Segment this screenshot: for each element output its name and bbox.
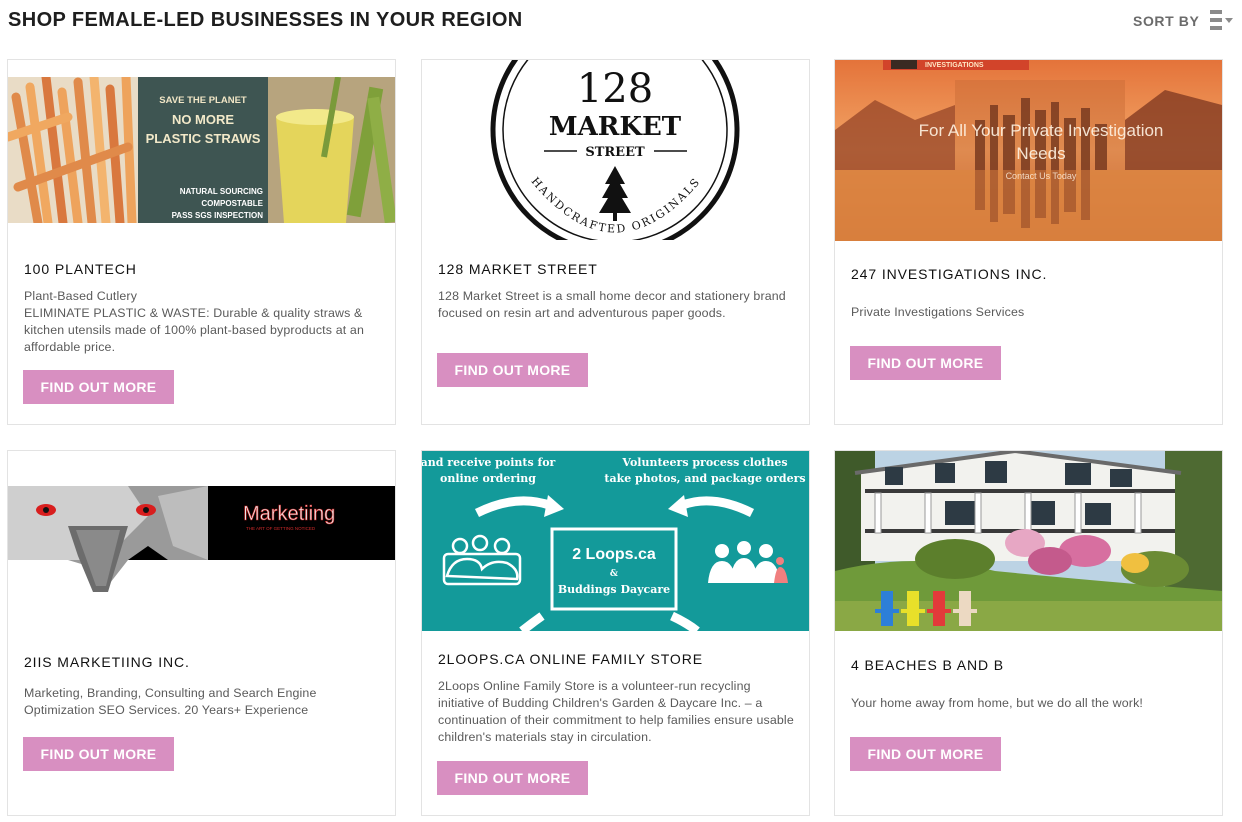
find-out-more-button[interactable]: FIND OUT MORE [437, 353, 588, 387]
image-text: and receive points for [422, 456, 556, 469]
business-card: Marketiing THE ART OF GETTING NOTICED 2I… [7, 450, 396, 816]
business-card: and receive points for online ordering V… [421, 450, 810, 816]
image-text: STREET [585, 145, 645, 160]
business-description: Plant-Based Cutlery ELIMINATE PLASTIC & … [24, 289, 365, 354]
business-name: 2LOOPS.CA ONLINE FAMILY STORE [438, 651, 703, 667]
page-title: SHOP FEMALE-LED BUSINESSES IN YOUR REGIO… [8, 9, 523, 31]
business-description: Your home away from home, but we do all … [851, 696, 1144, 710]
business-description: 2Loops Online Family Store is a voluntee… [438, 679, 794, 744]
image-text: Volunteers process clothes [621, 456, 787, 469]
business-image[interactable]: and receive points for online ordering V… [422, 451, 809, 631]
find-out-more-button[interactable]: FIND OUT MORE [850, 346, 1001, 380]
image-text: COMPOSTABLE [201, 199, 263, 208]
page-header: SHOP FEMALE-LED BUSINESSES IN YOUR REGIO… [0, 0, 1242, 44]
image-text: PLASTIC STRAWS [146, 131, 261, 146]
image-text: online ordering [440, 472, 536, 485]
image-text: SAVE THE PLANET [159, 95, 247, 106]
business-image[interactable]: INVESTIGATIONS For All Your Private Inve… [835, 60, 1222, 241]
image-text: MARKET [549, 112, 682, 142]
sort-by-label: SORT BY [1133, 13, 1200, 29]
business-card: SAVE THE PLANET NO MORE PLASTIC STRAWS N… [7, 59, 396, 425]
business-card: INVESTIGATIONS For All Your Private Inve… [834, 59, 1223, 425]
image-text: PASS SGS INSPECTION [172, 211, 264, 220]
business-name: 128 MARKET STREET [438, 261, 598, 277]
image-text: Marketiing [243, 503, 335, 525]
sort-by-control[interactable]: SORT BY [1133, 9, 1235, 33]
list-sort-icon[interactable] [1207, 9, 1235, 33]
find-out-more-button[interactable]: FIND OUT MORE [437, 761, 588, 795]
image-text: Buddings Daycare [558, 583, 670, 596]
image-text: take photos, and package orders [604, 472, 805, 485]
business-description: Marketing, Branding, Consulting and Sear… [24, 686, 317, 717]
business-name: 100 PLANTECH [24, 261, 137, 277]
business-card: 4 BEACHES B AND B Your home away from ho… [834, 450, 1223, 816]
image-text: THE ART OF GETTING NOTICED [246, 526, 316, 531]
business-name: 247 INVESTIGATIONS INC. [851, 266, 1048, 282]
business-image[interactable]: Marketiing THE ART OF GETTING NOTICED [8, 486, 395, 592]
image-text: NATURAL SOURCING [180, 187, 263, 196]
image-text: Contact Us Today [1006, 171, 1077, 181]
business-name: 2IIS MARKETIING INC. [24, 654, 190, 670]
business-image[interactable] [835, 451, 1222, 631]
image-text: 2 Loops.ca [572, 546, 656, 563]
image-text: & [610, 569, 618, 579]
image-text: For All Your Private Investigation [919, 121, 1164, 140]
find-out-more-button[interactable]: FIND OUT MORE [23, 737, 174, 771]
business-image[interactable]: SAVE THE PLANET NO MORE PLASTIC STRAWS N… [8, 77, 395, 223]
image-text: NO MORE [172, 112, 234, 127]
image-text: Needs [1016, 144, 1065, 163]
image-text: 128 [577, 66, 653, 112]
business-card: 128 MARKET STREET HANDCRAFTED ORIGINALS … [421, 59, 810, 425]
business-description: 128 Market Street is a small home decor … [438, 289, 786, 320]
business-image[interactable]: 128 MARKET STREET HANDCRAFTED ORIGINALS [422, 60, 809, 240]
business-description: Private Investigations Services [851, 305, 1025, 319]
image-text: INVESTIGATIONS [925, 62, 984, 69]
find-out-more-button[interactable]: FIND OUT MORE [850, 737, 1001, 771]
find-out-more-button[interactable]: FIND OUT MORE [23, 370, 174, 404]
business-name: 4 BEACHES B AND B [851, 657, 1005, 673]
